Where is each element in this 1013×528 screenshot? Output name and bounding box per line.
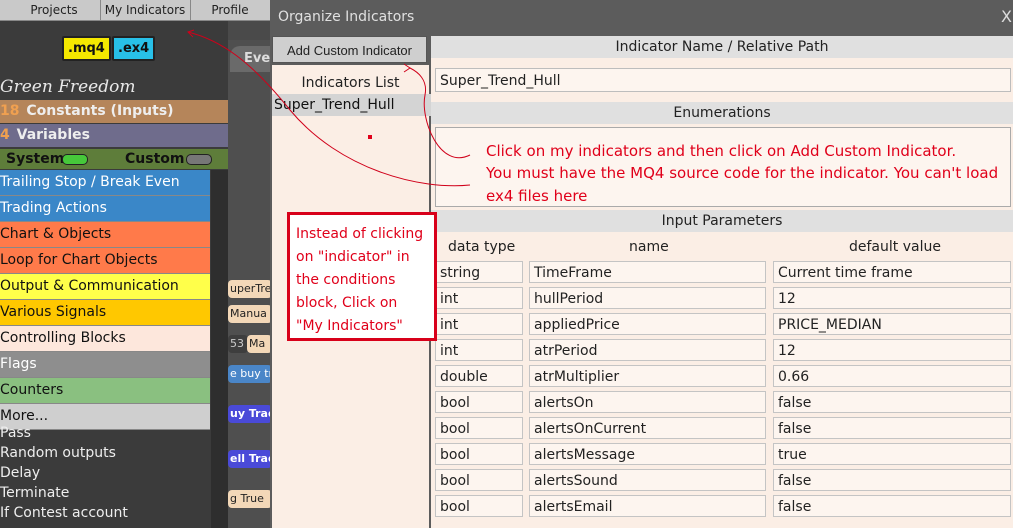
annotation-box-line: "My Indicators" <box>296 318 403 334</box>
annotation-dot <box>368 135 372 139</box>
annotation-box-line: on "indicator" in <box>296 249 410 265</box>
annotation-box-line: block, Click on <box>296 295 398 311</box>
annotation-box-line: the conditions <box>296 272 396 288</box>
arrow-to-my-indicators-tab <box>187 31 471 187</box>
arrow-to-add-button <box>409 67 471 159</box>
annotation-box: Instead of clicking on "indicator" in th… <box>287 212 437 341</box>
annotation-box-line: Instead of clicking <box>296 226 424 242</box>
annotation-line-2: You must have the MQ4 source code for th… <box>486 164 999 182</box>
arrowhead <box>403 63 411 73</box>
annotation-line-3: ex4 files here <box>486 187 588 205</box>
annotation-arrows <box>187 29 471 187</box>
annotation-line-1: Click on my indicators and then click on… <box>486 142 957 160</box>
